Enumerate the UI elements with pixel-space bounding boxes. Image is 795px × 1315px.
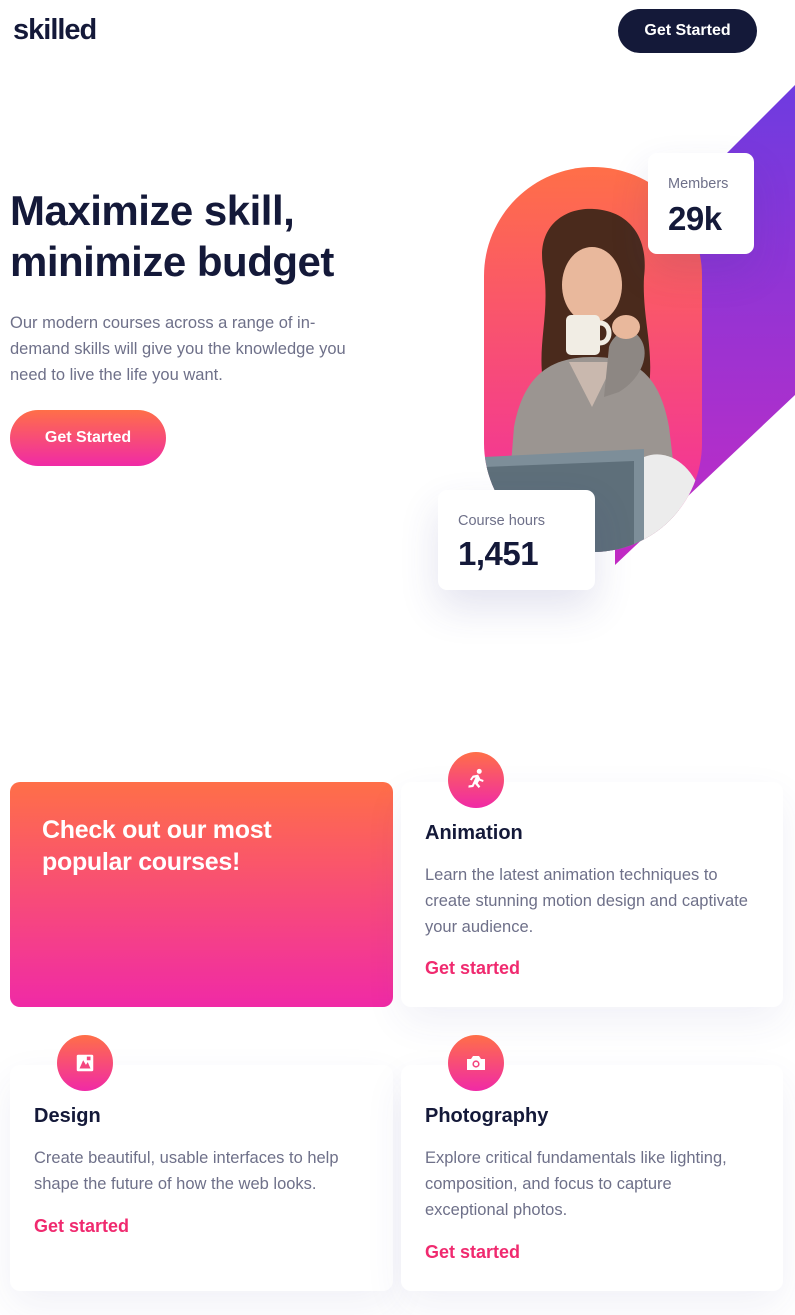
site-logo[interactable]: skilled <box>13 14 97 47</box>
course-description: Create beautiful, usable interfaces to h… <box>34 1149 339 1193</box>
design-icon <box>57 1035 113 1091</box>
header-get-started-button[interactable]: Get Started <box>618 9 757 53</box>
course-title: Design <box>34 1105 101 1127</box>
members-value: 29k <box>668 200 722 237</box>
design-get-started-link[interactable]: Get started <box>34 1216 129 1237</box>
course-card-photography: Photography Explore critical fundamental… <box>401 1035 783 1291</box>
course-title: Animation <box>425 822 523 844</box>
hero-illustration: Members 29k Course hours 1,451 <box>400 85 795 665</box>
course-card-animation: Animation Learn the latest animation tec… <box>401 752 783 1007</box>
running-person-icon <box>448 752 504 808</box>
course-description: Learn the latest animation techniques to… <box>425 866 748 936</box>
members-label: Members <box>668 176 729 192</box>
hero-title: Maximize skill, minimize budget <box>10 187 334 285</box>
photography-get-started-link[interactable]: Get started <box>425 1242 520 1263</box>
animation-get-started-link[interactable]: Get started <box>425 958 520 979</box>
course-hours-stat-card: Course hours 1,451 <box>438 490 595 590</box>
promo-title: Check out our most popular courses! <box>42 816 272 876</box>
course-card-design: Design Create beautiful, usable interfac… <box>10 1035 393 1291</box>
course-description: Explore critical fundamentals like light… <box>425 1149 727 1219</box>
course-hours-label: Course hours <box>458 513 546 529</box>
course-title: Photography <box>425 1105 549 1127</box>
popular-courses-promo: Check out our most popular courses! <box>10 782 393 1007</box>
hero-get-started-button[interactable]: Get Started <box>10 410 166 466</box>
course-hours-value: 1,451 <box>458 535 539 572</box>
members-stat-card: Members 29k <box>648 153 754 254</box>
camera-icon <box>448 1035 504 1091</box>
hero-description: Our modern courses across a range of in-… <box>10 314 346 384</box>
